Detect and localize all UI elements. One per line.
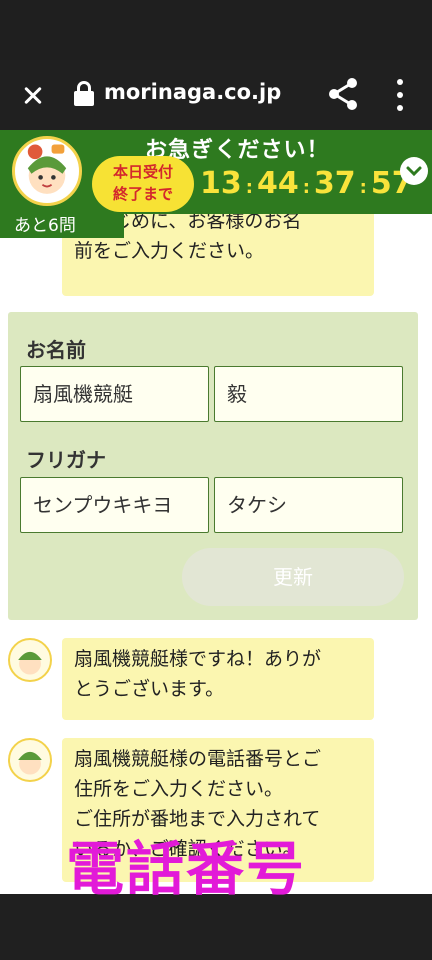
mascot-avatar [12, 136, 82, 206]
countdown-timer: 13 : 44 : 37 : 57 [200, 166, 413, 201]
thanks-line2: とうございます。 [74, 678, 225, 700]
bot-avatar [8, 638, 52, 682]
intro-line2: 前をご入力ください。 [74, 240, 265, 262]
deadline-line1: 本日受付 [112, 163, 173, 181]
browser-toolbar: morinaga.co.jp [0, 60, 432, 130]
bot-avatar [8, 738, 52, 782]
last-kana-field[interactable]: センプウキキヨ [20, 477, 209, 533]
first-name-field[interactable]: 毅 [214, 366, 403, 422]
deadline-badge: 本日受付 終了まで [92, 156, 194, 212]
url-text[interactable]: morinaga.co.jp [104, 80, 281, 104]
deadline-line2: 終了まで [112, 185, 173, 203]
lock-icon [74, 81, 94, 107]
status-bar-area [0, 0, 432, 60]
kana-label: フリガナ [26, 448, 106, 472]
countdown-seconds: 37 [313, 166, 356, 201]
countdown-hours: 13 [200, 166, 242, 201]
chat-bubble-thanks: 扇風機競艇様ですね！ありが とうございます。 [62, 638, 374, 720]
name-form: お名前 扇風機競艇 毅 フリガナ センプウキキヨ タケシ 更新 [8, 312, 418, 620]
chevron-down-icon[interactable] [400, 157, 428, 185]
more-options-icon[interactable] [390, 77, 410, 113]
last-name-field[interactable]: 扇風機競艇 [20, 366, 209, 422]
timer-header: お急ぎください！ 本日受付 終了まで 13 : 44 : 37 : 57 [0, 130, 432, 214]
phone-number-overlay: 電話番号 [66, 835, 307, 903]
remaining-questions-tab: あと6問 [0, 214, 124, 238]
close-icon[interactable] [16, 78, 50, 112]
thanks-line1: 扇風機競艇様ですね！ありが [74, 648, 322, 670]
first-kana-field[interactable]: タケシ [214, 477, 403, 533]
share-icon[interactable] [326, 76, 360, 112]
name-label: お名前 [26, 338, 86, 362]
chat-content: ずはじめに、お客様のお名 前をご入力ください。 お名前 扇風機競艇 毅 フリガナ… [0, 214, 432, 894]
countdown-minutes: 44 [256, 166, 299, 201]
update-button[interactable]: 更新 [182, 548, 404, 606]
phone-line1: 扇風機競艇様の電話番号とご [74, 748, 322, 770]
phone-line2: 住所をご入力ください。 [74, 778, 284, 800]
